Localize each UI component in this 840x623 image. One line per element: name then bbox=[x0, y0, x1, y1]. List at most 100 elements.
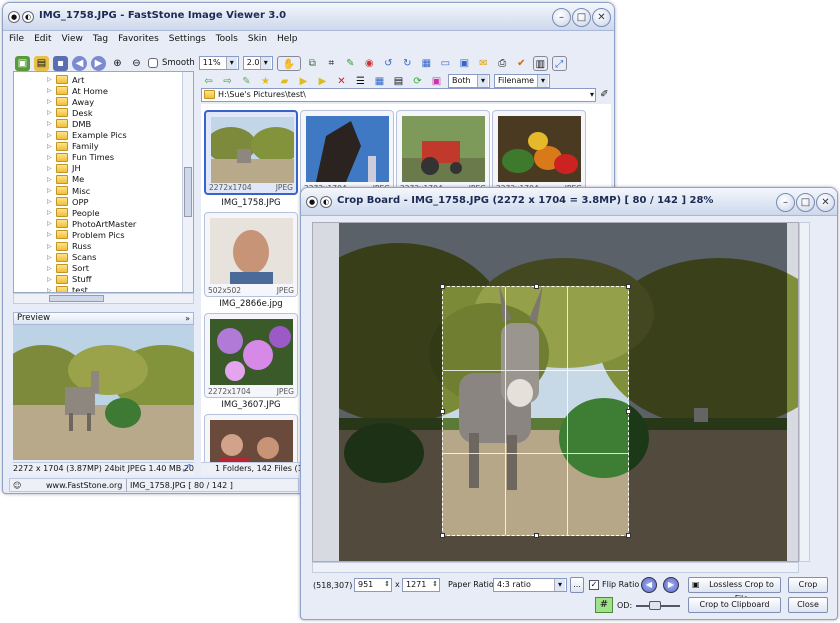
tree-folder-item[interactable]: Misc bbox=[56, 185, 90, 196]
tree-expander[interactable]: ▷ bbox=[47, 98, 52, 105]
zoom-in-icon[interactable]: ⊕ bbox=[110, 56, 125, 71]
tree-folder-item[interactable]: DMB bbox=[56, 118, 91, 129]
tree-expander[interactable]: ▷ bbox=[47, 176, 52, 183]
delete-icon[interactable]: ✕ bbox=[334, 74, 349, 89]
crop-button[interactable]: Crop bbox=[788, 577, 828, 593]
tree-folder-item[interactable]: test bbox=[56, 285, 88, 292]
redeye-icon[interactable]: ◉ bbox=[362, 56, 377, 71]
crop-selection[interactable] bbox=[440, 284, 631, 538]
crop-minimize-button[interactable]: – bbox=[776, 193, 795, 212]
thumbnail-7[interactable] bbox=[204, 414, 298, 462]
website-link[interactable]: www.FastStone.org bbox=[46, 479, 122, 492]
crop-handle-bm[interactable] bbox=[534, 533, 539, 538]
email-icon[interactable]: ✉ bbox=[476, 56, 491, 71]
tree-expander[interactable]: ▷ bbox=[47, 198, 52, 205]
new-folder-icon[interactable]: ▰ bbox=[277, 74, 292, 89]
crop-close-button[interactable]: ✕ bbox=[816, 193, 835, 212]
favorite-icon[interactable]: ★ bbox=[258, 74, 273, 89]
crop-handle-br[interactable] bbox=[626, 533, 631, 538]
rotate-right-icon[interactable]: ↻ bbox=[400, 56, 415, 71]
tree-folder-item[interactable]: Away bbox=[56, 96, 94, 107]
forward-icon[interactable]: ⇨ bbox=[220, 74, 235, 89]
flip-ratio-checkbox[interactable]: ✓ bbox=[589, 580, 599, 590]
smooth-checkbox[interactable] bbox=[148, 58, 158, 68]
crop-width-input[interactable]: 951 ⇕ bbox=[354, 578, 392, 592]
menu-view[interactable]: View bbox=[62, 34, 83, 50]
crop-handle-tl[interactable] bbox=[440, 284, 445, 289]
thumbnail-4[interactable]: 2272x1704JPEG bbox=[492, 110, 586, 195]
zoom-out-icon[interactable]: ⊖ bbox=[129, 56, 144, 71]
menu-file[interactable]: File bbox=[9, 34, 24, 50]
tree-expander[interactable]: ▷ bbox=[47, 109, 52, 116]
tree-expander[interactable]: ▷ bbox=[47, 165, 52, 172]
tree-folder-item[interactable]: Sort bbox=[56, 263, 89, 274]
tree-folder-item[interactable]: Art bbox=[56, 74, 84, 85]
tree-folder-item[interactable]: Fun Times bbox=[56, 152, 114, 163]
tree-folder-item[interactable]: Russ bbox=[56, 241, 91, 252]
open-icon[interactable]: ▣ bbox=[15, 55, 30, 71]
prev-icon[interactable]: ◀ bbox=[72, 55, 87, 71]
close-button[interactable]: ✕ bbox=[592, 8, 611, 27]
thumb-view-icon[interactable]: ▦ bbox=[372, 74, 387, 89]
edit-icon[interactable]: ✎ bbox=[239, 74, 254, 89]
menu-favorites[interactable]: Favorites bbox=[118, 34, 159, 50]
tree-expander[interactable]: ▷ bbox=[47, 243, 52, 250]
crop-icon[interactable]: ⌗ bbox=[324, 56, 339, 71]
tree-folder-item[interactable]: Stuff bbox=[56, 274, 92, 285]
copy-to-icon[interactable]: ▶ bbox=[296, 74, 311, 89]
paint-icon[interactable]: ✎ bbox=[343, 56, 358, 71]
list-view-icon[interactable]: ☰ bbox=[353, 74, 368, 89]
rotate-right-crop-icon[interactable]: ▶ bbox=[663, 577, 679, 593]
slideshow-icon[interactable]: ▣ bbox=[457, 56, 472, 71]
thumbnail-3[interactable]: 2272x1704JPEG bbox=[396, 110, 490, 195]
tree-folder-item[interactable]: Problem Pics bbox=[56, 229, 125, 240]
tree-vertical-scrollbar[interactable] bbox=[182, 72, 193, 292]
path-dropdown-icon[interactable]: ▾ bbox=[590, 89, 594, 101]
fit-icon[interactable]: ⧉ bbox=[305, 56, 320, 71]
tree-expander[interactable]: ▷ bbox=[47, 120, 52, 127]
details-view-icon[interactable]: ▤ bbox=[391, 74, 406, 89]
width-spin-icon[interactable]: ⇕ bbox=[384, 578, 390, 590]
layout-icon[interactable]: ▥ bbox=[532, 55, 548, 71]
tree-expander[interactable]: ▷ bbox=[47, 220, 52, 227]
thumbnail-5[interactable]: 502x502 JPEG bbox=[204, 212, 298, 297]
back-icon[interactable]: ⇦ bbox=[201, 74, 216, 89]
tree-folder-item[interactable]: OPP bbox=[56, 196, 89, 207]
path-bar[interactable]: H:\Sue's Pictures\test\ ▾ bbox=[201, 88, 596, 102]
menu-edit[interactable]: Edit bbox=[34, 34, 51, 50]
tree-expander[interactable]: ▷ bbox=[47, 87, 52, 94]
minimize-button[interactable]: – bbox=[552, 8, 571, 27]
tree-folder-item[interactable]: Example Pics bbox=[56, 130, 127, 141]
tree-expander[interactable]: ▷ bbox=[47, 132, 52, 139]
fullscreen-toggle-icon[interactable]: ⤢ bbox=[179, 461, 194, 476]
tree-folder-item[interactable]: Family bbox=[56, 141, 99, 152]
menu-help[interactable]: Help bbox=[277, 34, 298, 50]
more-ratio-button[interactable]: ... bbox=[570, 577, 584, 593]
crop-handle-tr[interactable] bbox=[626, 284, 631, 289]
tree-expander[interactable]: ▷ bbox=[47, 76, 52, 83]
od-slider[interactable] bbox=[636, 601, 680, 610]
crop-height-input[interactable]: 1271 ⇕ bbox=[402, 578, 440, 592]
tree-folder-item[interactable]: Desk bbox=[56, 107, 93, 118]
crop-maximize-button[interactable]: □ bbox=[796, 193, 815, 212]
lossless-crop-button[interactable]: ▣ Lossless Crop to File bbox=[688, 577, 781, 603]
tree-expander[interactable]: ▷ bbox=[47, 187, 52, 194]
crop-canvas[interactable] bbox=[312, 222, 799, 562]
crop-handle-bl[interactable] bbox=[440, 533, 445, 538]
system-menu-icon[interactable]: ● bbox=[8, 11, 20, 23]
tree-expander[interactable]: ▷ bbox=[47, 209, 52, 216]
height-spin-icon[interactable]: ⇕ bbox=[432, 578, 438, 590]
thumbnail-2[interactable]: 2272x1704JPEG bbox=[300, 110, 394, 195]
save-icon[interactable]: ▪ bbox=[53, 55, 68, 71]
menu-tools[interactable]: Tools bbox=[216, 34, 238, 50]
fullscreen-icon[interactable]: ▭ bbox=[438, 56, 453, 71]
zoom-select[interactable]: 11% bbox=[198, 56, 239, 70]
rotate-left-crop-icon[interactable]: ◀ bbox=[641, 577, 657, 593]
crop-handle-mr[interactable] bbox=[626, 409, 631, 414]
tree-expander[interactable]: ▷ bbox=[47, 143, 52, 150]
rotate-left-icon[interactable]: ↺ bbox=[381, 56, 396, 71]
refresh-icon[interactable]: ⟳ bbox=[410, 74, 425, 89]
grid-icon[interactable]: ▦ bbox=[419, 56, 434, 71]
paper-ratio-select[interactable]: 4:3 ratio bbox=[493, 578, 567, 592]
tree-folder-item[interactable]: At Home bbox=[56, 85, 108, 96]
